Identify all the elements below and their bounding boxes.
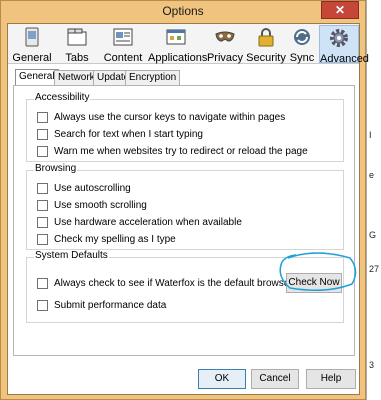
prefs-toolbar: General Tabs Content Applications Privac… xyxy=(8,24,369,65)
tab-general[interactable]: General xyxy=(15,69,59,86)
checkbox-row[interactable]: Use smooth scrolling xyxy=(37,198,147,212)
toolbar-security[interactable]: Security xyxy=(246,25,286,64)
checkbox[interactable] xyxy=(37,111,48,123)
tab-network[interactable]: Network xyxy=(54,70,99,85)
close-button[interactable]: ✕ xyxy=(321,1,359,19)
toolbar-label: Tabs xyxy=(65,52,89,64)
toolbar-label: Security xyxy=(246,52,286,64)
checkbox[interactable] xyxy=(37,216,48,228)
privacy-mask-icon xyxy=(215,31,235,42)
accessibility-title: Accessibility xyxy=(34,92,91,103)
tabs-icon xyxy=(67,28,87,46)
toolbar-tabs[interactable]: Tabs xyxy=(60,25,94,64)
toolbar-sync[interactable]: Sync xyxy=(288,25,316,64)
checkbox-row[interactable]: Check my spelling as I type xyxy=(37,232,176,246)
options-window: Options ✕ General Tabs Content Applicati… xyxy=(0,0,369,400)
checkbox-row[interactable]: Search for text when I start typing xyxy=(37,127,203,141)
system-defaults-title: System Defaults xyxy=(34,250,109,261)
toolbar-content[interactable]: Content xyxy=(102,25,144,64)
background-text: G xyxy=(369,230,377,240)
toolbar-advanced[interactable]: Advanced xyxy=(319,25,369,65)
toolbar-label: Content xyxy=(103,52,143,64)
advanced-subtabs: General Network Update Encryption xyxy=(13,69,353,86)
checkbox-label: Use smooth scrolling xyxy=(54,199,147,211)
toolbar-general[interactable]: General xyxy=(12,25,52,64)
checkbox[interactable] xyxy=(37,277,48,289)
background-text: e xyxy=(369,170,375,180)
content-icon xyxy=(113,28,133,46)
checkbox-label: Search for text when I start typing xyxy=(54,128,203,140)
accessibility-group: Accessibility Always use the cursor keys… xyxy=(26,92,344,162)
checkbox-label: Check my spelling as I type xyxy=(54,233,176,245)
checkbox-row[interactable]: Use hardware acceleration when available xyxy=(37,215,242,229)
checkbox-label: Always use the cursor keys to navigate w… xyxy=(54,111,286,123)
toolbar-privacy[interactable]: Privacy xyxy=(206,25,244,64)
window-title: Options xyxy=(162,4,204,18)
checkbox-label: Use autoscrolling xyxy=(54,182,131,194)
checkbox-label: Warn me when websites try to redirect or… xyxy=(54,145,308,157)
checkbox[interactable] xyxy=(37,128,48,140)
checkbox[interactable] xyxy=(37,199,48,211)
checkbox-row[interactable]: Warn me when websites try to redirect or… xyxy=(37,144,308,158)
toolbar-applications[interactable]: Applications xyxy=(148,25,208,64)
toolbar-label: Privacy xyxy=(206,52,244,64)
general-icon xyxy=(25,27,39,47)
ok-button[interactable]: OK xyxy=(198,369,246,389)
background-text: I xyxy=(369,130,372,140)
general-panel: Accessibility Always use the cursor keys… xyxy=(13,85,355,356)
toolbar-label: Advanced xyxy=(320,53,369,65)
toolbar-label: Sync xyxy=(289,52,315,64)
sync-icon xyxy=(294,29,310,45)
checkbox-label: Submit performance data xyxy=(54,299,167,311)
browsing-title: Browsing xyxy=(34,163,78,174)
applications-icon xyxy=(166,29,186,45)
checkbox-row[interactable]: Always use the cursor keys to navigate w… xyxy=(37,110,285,124)
checkbox-row[interactable]: Submit performance data xyxy=(37,298,166,312)
highlight-annotation xyxy=(279,252,357,291)
help-button[interactable]: Help xyxy=(306,369,356,389)
toolbar-label: General xyxy=(12,52,52,64)
checkbox-row[interactable]: Use autoscrolling xyxy=(37,181,131,195)
background-text: 3 xyxy=(369,360,375,370)
cancel-button[interactable]: Cancel xyxy=(251,369,299,389)
checkbox[interactable] xyxy=(37,182,48,194)
padlock-icon xyxy=(258,28,274,47)
checkbox-label: Use hardware acceleration when available xyxy=(54,216,242,228)
title-bar: Options ✕ xyxy=(1,1,365,23)
checkbox[interactable] xyxy=(37,299,48,311)
checkbox[interactable] xyxy=(37,145,48,157)
dialog-client: General Tabs Content Applications Privac… xyxy=(7,23,369,395)
background-text: 27 xyxy=(369,264,380,274)
tab-encryption[interactable]: Encryption xyxy=(125,70,181,85)
toolbar-label: Applications xyxy=(148,52,208,64)
gear-icon xyxy=(330,29,348,47)
browsing-group: Browsing Use autoscrolling Use smooth sc… xyxy=(26,163,344,250)
checkbox[interactable] xyxy=(37,233,48,245)
